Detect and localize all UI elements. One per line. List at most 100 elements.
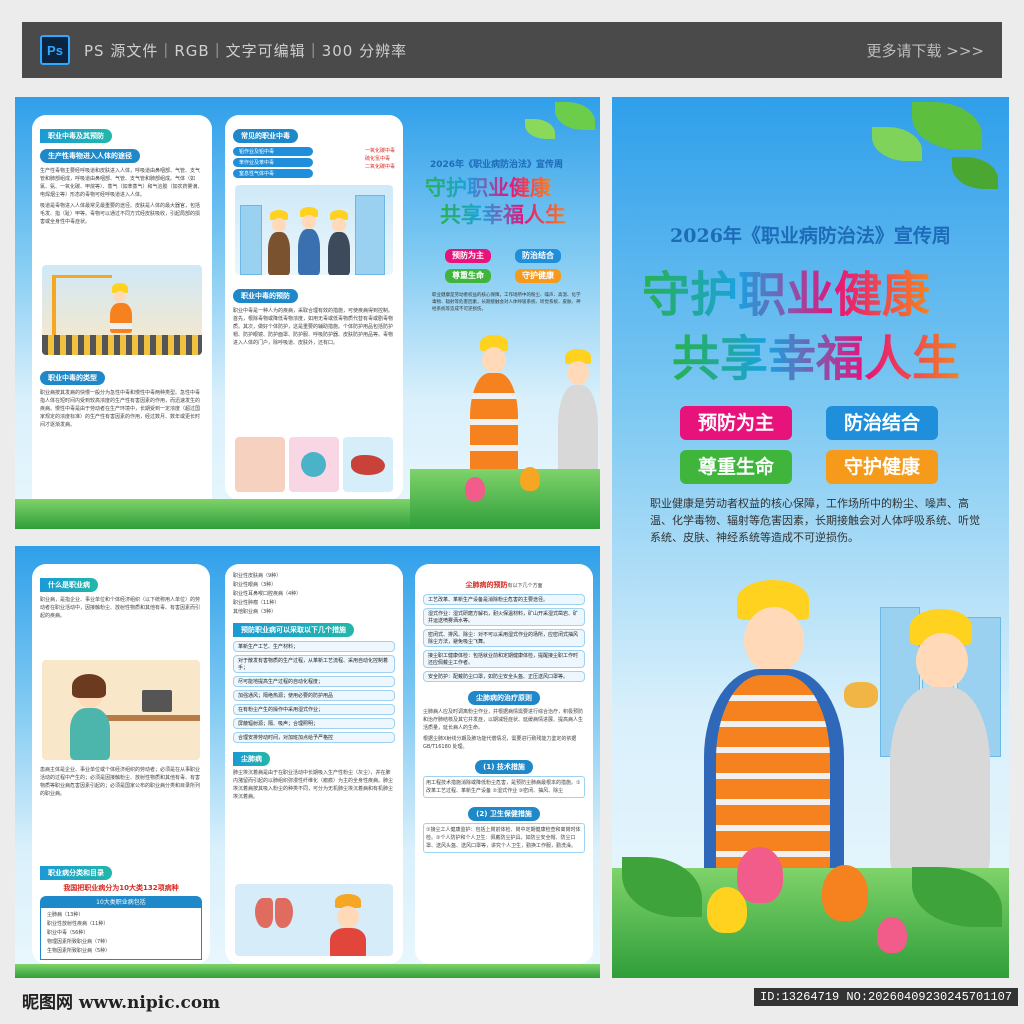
flower-icon — [737, 847, 783, 903]
prevention-item: 安全防护：配戴防尘口罩，如防尘安全头盔、正压送风口罩等。 — [423, 671, 585, 682]
lungs-icon — [255, 898, 273, 928]
worker-face — [482, 347, 506, 373]
subsection-title: 尘肺病的治疗原则 — [468, 691, 540, 705]
subsection-title: 职业中毒的预防 — [233, 289, 298, 303]
prevention-item: 密闭式、排风、除尘：对不可以采用湿式作业的场所，应密闭式抽风除尘方法，避免吸尘飞… — [423, 629, 585, 647]
measure-item: 屏蔽辐射源；隔、吸声；合理照明； — [233, 718, 395, 729]
image-id: ID:13264719 NO:20260409230245701107 — [754, 988, 1019, 1006]
poster-description: 职业健康是劳动者权益的核心保障，工作场所中的粉尘、噪声、高温、化学毒物、辐射等危… — [650, 497, 980, 544]
paragraph: ①接尘工人健康监护：包括上岗前体检、岗中定期健康检查和离岗时体检。②个人防护和个… — [423, 823, 585, 853]
paragraph: 职业病按其发病的快慢一般分为急性中毒和慢性中毒两种类型。急性中毒指人体在短时间内… — [40, 390, 201, 428]
category-list: 尘肺病（13种） 职业性放射性疾病（11种） 职业中毒（56种） 物理因素所致职… — [40, 907, 202, 960]
monitor-icon — [142, 690, 172, 712]
worker-body — [268, 232, 290, 275]
measure-item: 革新生产工艺、生产材料； — [233, 641, 395, 652]
worker-face — [337, 906, 359, 928]
flower-icon — [877, 917, 907, 953]
tag-respect-life: 尊重生命 — [680, 450, 792, 484]
week-title: 2026年《职业病防治法》宣传周 — [670, 225, 951, 247]
list-item: 苯作业及苯中毒 — [233, 158, 313, 167]
list-item: 铅作业及铅中毒 — [233, 147, 313, 156]
photoshop-icon: Ps — [40, 35, 70, 65]
tag-combined: 防治结合 — [515, 249, 561, 263]
prevention-list: 工艺改革、革新生产设备是消除粉尘危害的主要途径。 湿式作业：湿式研磨方解石，耐火… — [423, 594, 585, 682]
tag-combined: 防治结合 — [826, 406, 938, 440]
worker-face — [567, 361, 589, 385]
paragraph: 职业病，是指企业、事业单位和个体经济组织（以下统称用人单位）的劳动者在职业活动中… — [40, 597, 201, 619]
paragraph: 生产性毒物主要经呼吸道和皮肤进入人体，呼吸道由鼻咽部、气管、支气管和肺部组成，呼… — [40, 168, 203, 198]
prevention-item: 接尘职工健康体检：包括就业前和定期健康体检，提醒接尘职工作时还应佩戴尘工作者。 — [423, 650, 585, 668]
subsection-title: 生产性毒物进入人体的途径 — [40, 149, 140, 163]
list-item: 职业性肿瘤（11种） — [233, 600, 280, 606]
liver-image — [343, 437, 393, 492]
grass — [410, 469, 600, 529]
woman-hair — [72, 674, 106, 698]
prevention-item: 工艺改革、革新生产设备是消除粉尘危害的主要途径。 — [423, 594, 585, 605]
leaf-decoration — [912, 102, 982, 150]
worker-face — [272, 218, 286, 232]
worker-face — [114, 291, 126, 303]
paragraph: 根据尘肺X射线分期及肺功能代偿情况，需要进行致残能力鉴定的依据 GB/T1618… — [423, 736, 577, 750]
list-item: 职业性皮肤病（9种） — [233, 573, 282, 579]
card-occupational-poisoning: 职业中毒及其预防 生产性毒物进入人体的途径 生产性毒物主要经呼吸道和皮肤进入人体… — [32, 115, 212, 520]
section-title: 职业病分类和目录 — [40, 866, 112, 880]
section-title: 预防职业病可以采取以下几个措施 — [233, 623, 354, 637]
measure-item: 对于散发有害物质的生产过程，从革新工艺流程、采用自动化控制着手； — [233, 655, 395, 673]
flower-icon — [520, 467, 540, 491]
section-title: 什么是职业病 — [40, 578, 98, 592]
lungs-icon — [275, 898, 293, 928]
slogan-line-2: 共享幸福人生 — [672, 319, 960, 389]
prevention-title: 尘肺病的预防 — [465, 581, 508, 589]
download-more-link[interactable]: 更多请下载 >>> — [867, 40, 984, 61]
paragraph: 职业中毒是一种人为的疾病，采取合理有效的措施，可使疾病得到控制。首先，根除毒物或… — [233, 308, 394, 346]
measure-item: 在有粉尘产生的操作中采用湿式作业； — [233, 704, 395, 715]
tag-prevention: 预防为主 — [445, 249, 491, 263]
prevention-title-suffix: 有以下几个方面 — [507, 583, 543, 589]
worker-body — [470, 373, 518, 483]
small-cover: 2026年《职业病防治法》宣传周 守护职业健康 共享幸福人生 预防为主 防治结合… — [410, 97, 600, 529]
flower-icon — [465, 477, 485, 501]
card-what-is-occupational-disease: 什么是职业病 职业病，是指企业、事业单位和个体经济组织（以下统称用人单位）的劳动… — [32, 564, 210, 964]
grass — [15, 964, 600, 978]
list-item: 生物因素所致职业病（5种） — [47, 948, 111, 954]
office-illustration — [42, 660, 200, 760]
poisoning-list-left: 铅作业及铅中毒 苯作业及苯中毒 窒息性气体中毒 — [233, 147, 313, 180]
category-box-title: 10大类职业病包括 — [40, 896, 202, 907]
worker-body — [330, 928, 366, 956]
list-item: 职业中毒（56种） — [47, 930, 89, 936]
slogan-small-2: 共享幸福人生 — [440, 199, 566, 229]
worker-body — [328, 232, 350, 275]
tag-guard-health: 守护健康 — [826, 450, 938, 484]
paragraph: 吸道是毒物进入人体最常见最重要的途径。皮肤是人体的最大器官，包括毛发、指（趾）甲… — [40, 203, 201, 225]
slogan-line-1: 守护职业健康 — [642, 255, 930, 325]
card-prevention-measures: 职业性皮肤病（9种） 职业性眼病（3种） 职业性耳鼻喉口腔疾病（4种） 职业性肿… — [225, 564, 403, 964]
list-item: 其他职业病（3种） — [233, 609, 277, 615]
leaf-decoration — [872, 127, 922, 161]
week-title-small: 2026年《职业病防治法》宣传周 — [430, 160, 564, 170]
tag-respect-life: 尊重生命 — [445, 269, 491, 283]
worker-body — [890, 687, 990, 877]
description-small: 职业健康是劳动者权益的核心保障，工作场所中的粉尘、噪声、高温、化学毒物、辐射等危… — [432, 293, 581, 312]
worker-face — [744, 607, 804, 673]
panel-poster: 2026年《职业病防治法》宣传周 守护职业健康 共享幸福人生 预防为主 防治结合… — [612, 97, 1009, 978]
card-pneumoconiosis: 尘肺病的预防有以下几个方面 工艺改革、革新生产设备是消除粉尘危害的主要途径。 湿… — [415, 564, 593, 964]
subsection-title: 职业中毒的类型 — [40, 371, 105, 385]
worker-face — [916, 633, 968, 689]
prevention-item: 湿式作业：湿式研磨方解石，耐火保温材料，矿山开采湿式凿岩、矿井运送喷雾洒水等。 — [423, 608, 585, 626]
top-bar: Ps PS 源文件｜RGB｜文字可编辑｜300 分辨率 更多请下载 >>> — [22, 22, 1002, 78]
glove-icon — [844, 682, 878, 708]
paragraph: 尘肺病人应及时调离粉尘作业，并根据病情需要进行综合治疗，积极预防和治疗肺结核及其… — [423, 709, 584, 731]
list-item: 职业性眼病（3种） — [233, 582, 277, 588]
grass — [15, 499, 410, 529]
section-title: 尘肺病 — [233, 752, 270, 766]
paragraph: 肺尘埃沉着病是由于在职业活动中长期吸入生产性粉尘（灰尘），并在肺内潴留而引起的以… — [233, 770, 394, 800]
panel-top-left: 职业中毒及其预防 生产性毒物进入人体的途径 生产性毒物主要经呼吸道和皮肤进入人体… — [15, 97, 600, 529]
panel-bottom-left: 什么是职业病 职业病，是指企业、事业单位和个体经济组织（以下统称用人单位）的劳动… — [15, 546, 600, 978]
construction-illustration — [42, 265, 202, 355]
barrier — [42, 335, 202, 355]
subsection-title: 常见的职业中毒 — [233, 129, 298, 143]
watermark-site: 昵图网 www.nipic.com — [22, 993, 221, 1013]
subsection-title: (2) 卫生保健措施 — [468, 807, 540, 821]
leaf-decoration — [952, 157, 998, 189]
list-item: 物理因素所致职业病（7种） — [47, 939, 111, 945]
